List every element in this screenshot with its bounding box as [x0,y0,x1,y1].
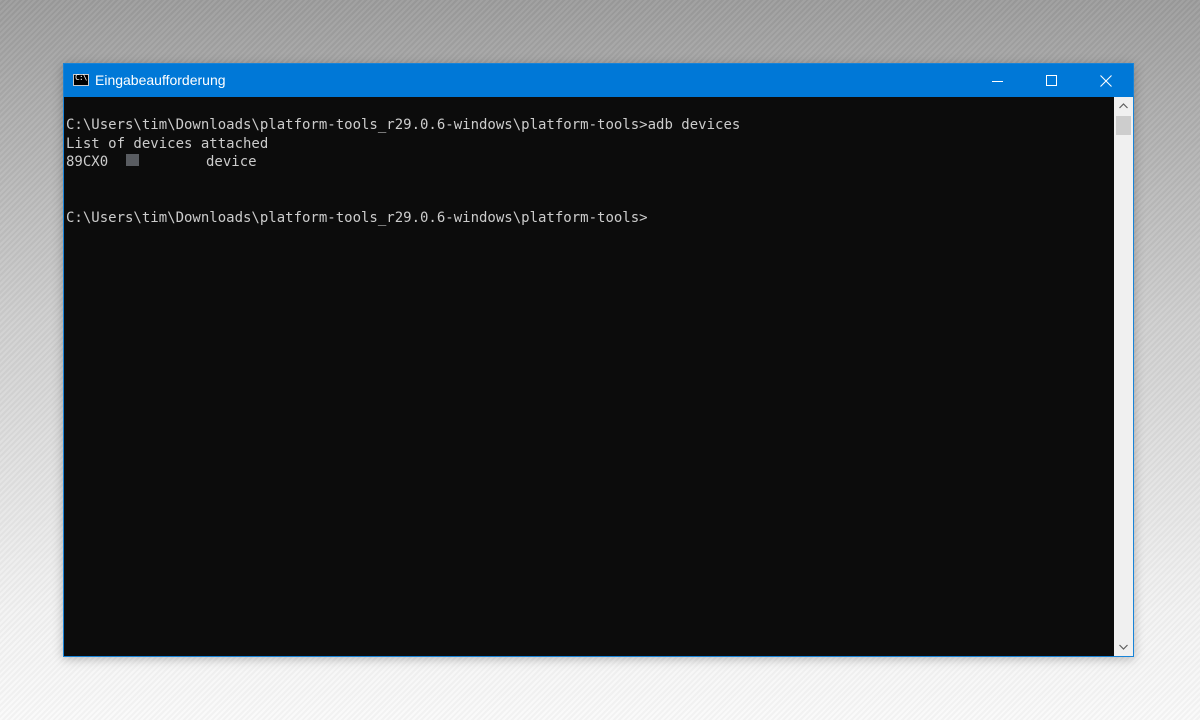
console-output[interactable]: C:\Users\tim\Downloads\platform-tools_r2… [64,97,1114,656]
title-bar[interactable]: C:\ Eingabeaufforderung [64,64,1133,97]
command-prompt-window: C:\ Eingabeaufforderung C:\Users\tim\Dow… [63,63,1134,657]
current-prompt[interactable]: C:\Users\tim\Downloads\platform-tools_r2… [66,209,1114,228]
scrollbar-thumb[interactable] [1116,116,1131,135]
minimize-button[interactable] [971,64,1025,97]
device-serial: 89CX0 [66,154,109,170]
cmd-icon[interactable]: C:\ [73,73,89,86]
window-title: Eingabeaufforderung [95,72,226,88]
command-line: C:\Users\tim\Downloads\platform-tools_r2… [66,117,741,133]
scroll-down-button[interactable] [1114,638,1133,656]
cmd-icon-glyph: C:\ [75,73,87,82]
device-row: 89CX0 device [66,153,1114,172]
redaction-block [126,154,139,166]
vertical-scrollbar[interactable] [1114,97,1133,656]
chevron-down-icon [1119,644,1128,650]
chevron-up-icon [1119,103,1128,109]
scroll-up-button[interactable] [1114,97,1133,115]
close-button[interactable] [1079,64,1133,97]
device-status: device [206,154,257,170]
maximize-icon [1046,75,1057,86]
output-header: List of devices attached [66,135,269,152]
minimize-icon [992,81,1003,82]
maximize-button[interactable] [1025,64,1079,97]
close-icon [1100,75,1112,87]
